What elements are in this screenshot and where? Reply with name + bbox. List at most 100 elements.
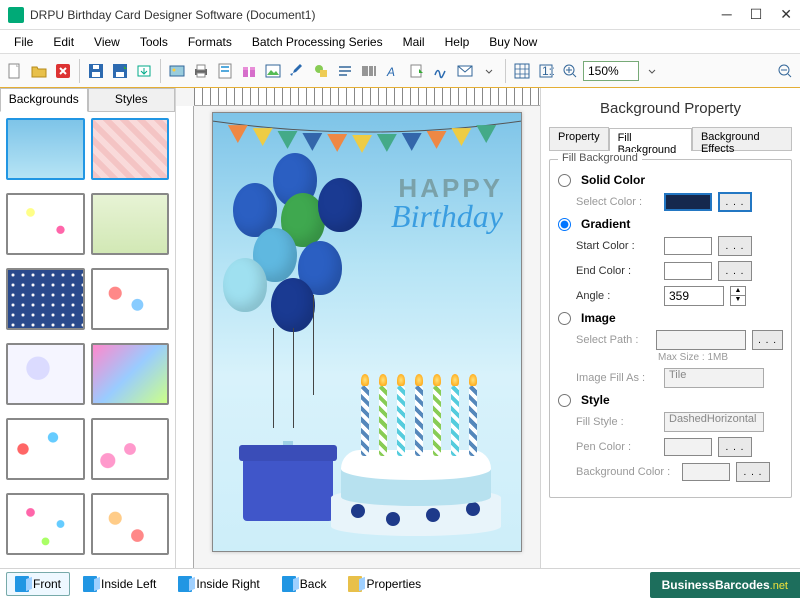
label-gradient[interactable]: Gradient <box>581 217 630 231</box>
radio-style[interactable] <box>558 394 571 407</box>
bg-thumb[interactable] <box>6 418 85 480</box>
watermark-domain: .net <box>770 580 788 592</box>
bg-thumb[interactable] <box>91 193 170 255</box>
style-bg-color-swatch[interactable] <box>682 463 730 481</box>
page-icon <box>83 576 97 592</box>
bg-thumb[interactable] <box>91 268 170 330</box>
label-style[interactable]: Style <box>581 393 610 407</box>
pen-color-picker-button[interactable]: . . . <box>718 437 752 457</box>
start-color-picker-button[interactable]: . . . <box>718 236 752 256</box>
btab-back-label: Back <box>300 577 327 591</box>
bg-thumb[interactable] <box>6 118 85 180</box>
fill-style-dropdown[interactable]: DashedHorizontal <box>664 412 764 432</box>
close-doc-icon[interactable] <box>52 60 74 82</box>
zoom-dropdown-icon[interactable] <box>641 60 663 82</box>
card-canvas[interactable]: HAPPY Birthday <box>212 112 522 552</box>
zoom-in-icon[interactable] <box>559 60 581 82</box>
image-browse-button[interactable]: . . . <box>752 330 783 350</box>
btab-front[interactable]: Front <box>6 572 70 596</box>
btab-inside-right[interactable]: Inside Right <box>169 572 268 596</box>
bg-thumb[interactable] <box>91 493 170 555</box>
tab-fill-background[interactable]: Fill Background <box>609 128 692 151</box>
bg-thumb[interactable] <box>6 493 85 555</box>
angle-step-down[interactable]: ▼ <box>731 296 745 305</box>
btab-properties[interactable]: Properties <box>339 572 430 596</box>
insert-icon[interactable] <box>406 60 428 82</box>
menu-mail[interactable]: Mail <box>395 33 433 51</box>
mail-icon[interactable] <box>454 60 476 82</box>
solid-color-swatch[interactable] <box>664 193 712 211</box>
pen-icon[interactable] <box>286 60 308 82</box>
pen-color-swatch[interactable] <box>664 438 712 456</box>
btab-front-label: Front <box>33 577 61 591</box>
label-image-fill-as: Image Fill As : <box>576 372 658 384</box>
radio-gradient[interactable] <box>558 218 571 231</box>
text-icon[interactable] <box>334 60 356 82</box>
btab-properties-label: Properties <box>366 577 421 591</box>
menu-help[interactable]: Help <box>437 33 478 51</box>
open-icon[interactable] <box>28 60 50 82</box>
zoom-input[interactable] <box>583 61 639 81</box>
export-icon[interactable] <box>133 60 155 82</box>
save-icon[interactable] <box>85 60 107 82</box>
signature-icon[interactable] <box>430 60 452 82</box>
label-image[interactable]: Image <box>581 311 616 325</box>
angle-input[interactable] <box>664 286 724 306</box>
end-color-swatch[interactable] <box>664 262 712 280</box>
ruler-vertical <box>176 106 194 568</box>
app-icon <box>8 7 24 23</box>
dropdown-arrow-icon[interactable] <box>478 60 500 82</box>
end-color-picker-button[interactable]: . . . <box>718 261 752 281</box>
bg-thumb[interactable] <box>6 193 85 255</box>
menu-batch-processing[interactable]: Batch Processing Series <box>244 33 391 51</box>
style-bg-color-picker-button[interactable]: . . . <box>736 462 770 482</box>
label-select-color: Select Color : <box>576 196 658 208</box>
shape-icon[interactable] <box>310 60 332 82</box>
menu-file[interactable]: File <box>6 33 41 51</box>
bg-thumb[interactable] <box>6 268 85 330</box>
solid-color-picker-button[interactable]: . . . <box>718 192 752 212</box>
minimize-button[interactable]: ─ <box>722 6 732 23</box>
btab-back[interactable]: Back <box>273 572 336 596</box>
zoom-out-icon[interactable] <box>774 60 796 82</box>
image-fill-dropdown[interactable]: Tile <box>664 368 764 388</box>
radio-image[interactable] <box>558 312 571 325</box>
angle-step-up[interactable]: ▲ <box>731 287 745 296</box>
new-icon[interactable] <box>4 60 26 82</box>
tab-background-effects[interactable]: Background Effects <box>692 127 792 150</box>
menu-tools[interactable]: Tools <box>132 33 176 51</box>
tab-backgrounds[interactable]: Backgrounds <box>0 88 88 112</box>
bg-thumb[interactable] <box>91 343 170 405</box>
toolbar: A 1:1 <box>0 54 800 88</box>
label-fill-style: Fill Style : <box>576 416 658 428</box>
menu-view[interactable]: View <box>86 33 128 51</box>
template-icon[interactable] <box>214 60 236 82</box>
barcode-icon[interactable] <box>358 60 380 82</box>
menu-buy-now[interactable]: Buy Now <box>481 33 545 51</box>
import-image-icon[interactable] <box>166 60 188 82</box>
bg-thumb[interactable] <box>91 118 170 180</box>
menu-edit[interactable]: Edit <box>45 33 82 51</box>
zoom-fit-icon[interactable]: 1:1 <box>535 60 557 82</box>
bg-thumb[interactable] <box>91 418 170 480</box>
label-solid-color[interactable]: Solid Color <box>581 173 645 187</box>
start-color-swatch[interactable] <box>664 237 712 255</box>
maximize-button[interactable]: ☐ <box>750 6 763 23</box>
image-path-input <box>656 330 746 350</box>
radio-solid-color[interactable] <box>558 174 571 187</box>
save-as-icon[interactable] <box>109 60 131 82</box>
print-icon[interactable] <box>190 60 212 82</box>
bg-thumb[interactable] <box>6 343 85 405</box>
label-max-size: Max Size : 1MB <box>658 352 728 363</box>
menu-formats[interactable]: Formats <box>180 33 240 51</box>
gift-icon[interactable] <box>238 60 260 82</box>
tab-styles[interactable]: Styles <box>88 88 176 112</box>
watermark: BusinessBarcodes.net <box>650 572 800 598</box>
page-icon <box>178 576 192 592</box>
image-icon[interactable] <box>262 60 284 82</box>
font-icon[interactable]: A <box>382 60 404 82</box>
grid-icon[interactable] <box>511 60 533 82</box>
tab-property[interactable]: Property <box>549 127 609 150</box>
close-button[interactable]: ✕ <box>780 6 792 23</box>
btab-inside-left[interactable]: Inside Left <box>74 572 165 596</box>
